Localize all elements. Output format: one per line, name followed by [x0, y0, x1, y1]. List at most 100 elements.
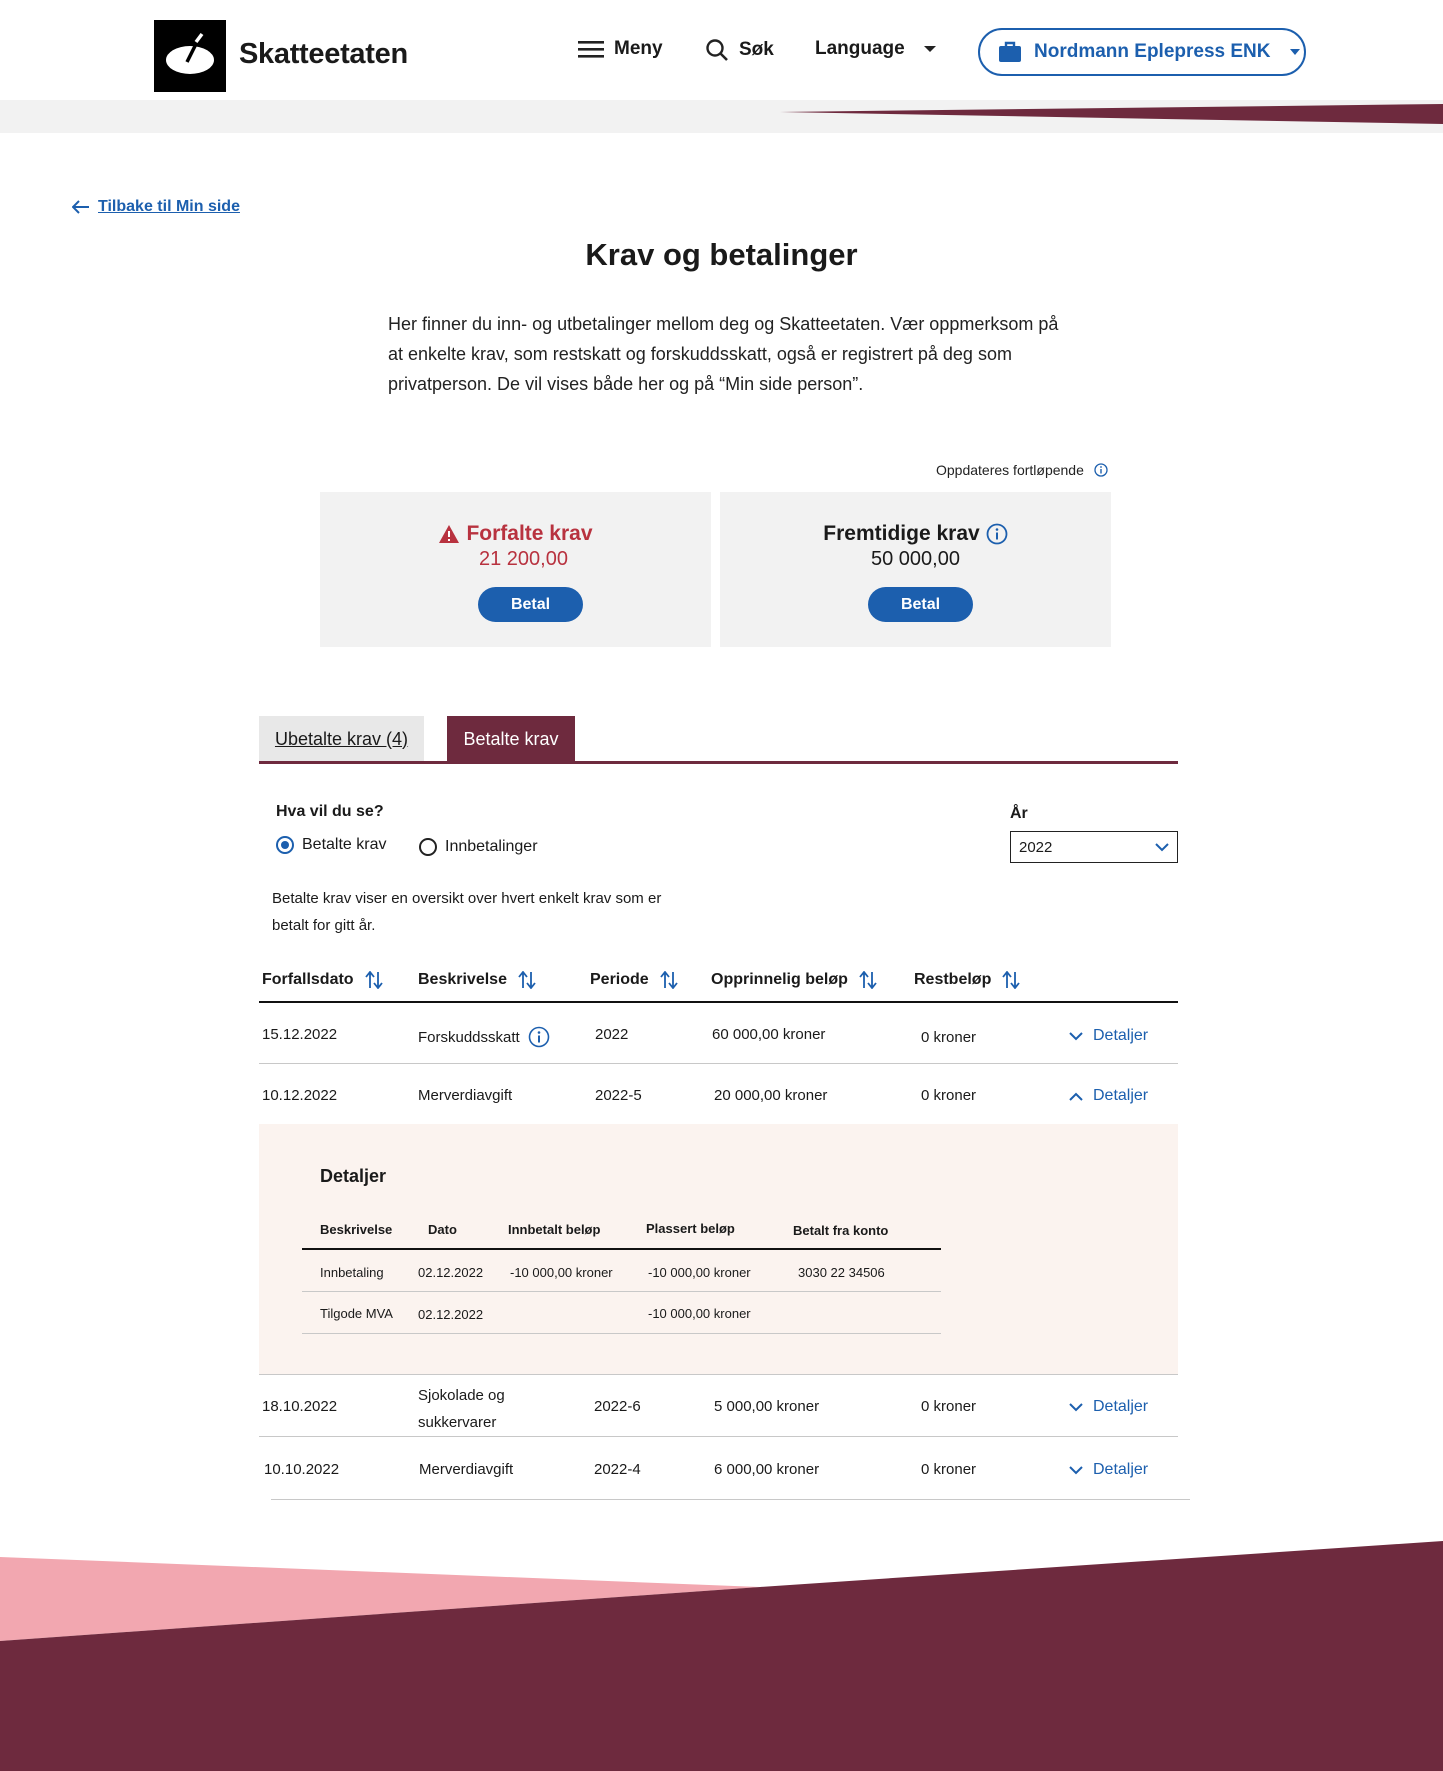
pay-future-button[interactable]: Betal: [868, 587, 973, 622]
info-icon[interactable]: [1094, 463, 1108, 477]
column-header-label: Restbeløp: [914, 971, 992, 988]
update-notice-label: Oppdateres fortløpende: [936, 462, 1084, 478]
overdue-claims-title: Forfalte krav: [466, 522, 593, 545]
radio-paid-claims-label: Betalte krav: [302, 836, 387, 853]
page-title: Krav og betalinger: [585, 237, 858, 272]
pay-overdue-button[interactable]: Betal: [478, 587, 583, 622]
row-divider: [259, 1374, 1178, 1375]
details-column-header: Innbetalt beløp: [508, 1222, 601, 1237]
skatteetaten-logo[interactable]: [154, 20, 226, 92]
row-period: 2022: [595, 1026, 629, 1043]
menu-label: Meny: [614, 38, 663, 59]
column-header-period[interactable]: Periode: [590, 971, 679, 989]
column-header-label: Periode: [590, 971, 649, 988]
future-claims-title: Fremtidige krav: [823, 522, 980, 545]
radio-payments-label: Innbetalinger: [445, 838, 538, 855]
details-toggle[interactable]: Detaljer: [1069, 1027, 1148, 1045]
chevron-down-icon: [1069, 1465, 1083, 1474]
tab-paid-claims[interactable]: Betalte krav: [447, 716, 575, 762]
row-description-text: Forskuddsskatt: [418, 1028, 520, 1046]
sort-icon: [859, 971, 877, 989]
overdue-claims-card: Forfalte krav 21 200,00 Betal: [320, 492, 711, 647]
header-decoration-band: [0, 100, 1443, 133]
brand-name[interactable]: Skatteetaten: [239, 38, 408, 71]
details-cell: -10 000,00 kroner: [510, 1265, 613, 1280]
details-toggle[interactable]: Detaljer: [1069, 1461, 1148, 1479]
language-dropdown[interactable]: Language: [815, 38, 937, 60]
row-divider: [259, 1063, 1178, 1064]
details-panel: Detaljer Beskrivelse Dato Innbetalt belø…: [259, 1124, 1178, 1374]
row-description: Forskuddsskatt: [418, 1026, 550, 1048]
info-icon[interactable]: [528, 1026, 550, 1048]
details-cell: 3030 22 34506: [798, 1265, 885, 1280]
row-remaining-amount: 0 kroner: [921, 1461, 977, 1478]
details-cell: -10 000,00 kroner: [648, 1306, 751, 1321]
chevron-down-icon: [1069, 1402, 1083, 1411]
details-header-divider: [302, 1248, 941, 1250]
details-toggle-label: Detaljer: [1093, 1461, 1149, 1478]
details-toggle[interactable]: Detaljer: [1069, 1398, 1148, 1416]
row-description: Merverdiavgift: [419, 1461, 514, 1478]
info-icon[interactable]: [986, 523, 1008, 545]
details-cell: 02.12.2022: [418, 1307, 484, 1322]
caret-down-icon: [1289, 49, 1300, 55]
chevron-down-icon: [1155, 842, 1169, 851]
sort-icon: [1002, 971, 1021, 989]
back-to-my-page-link[interactable]: Tilbake til Min side: [72, 198, 240, 216]
tab-unpaid-claims[interactable]: Ubetalte krav (4): [259, 716, 424, 762]
intro-text: Her finner du inn- og utbetalinger mello…: [388, 314, 1059, 394]
future-claims-card: Fremtidige krav 50 000,00 Betal: [720, 492, 1111, 647]
row-divider: [271, 1499, 1190, 1500]
details-toggle[interactable]: Detaljer: [1069, 1087, 1148, 1105]
column-header-description[interactable]: Beskrivelse: [418, 971, 537, 989]
details-row-divider: [302, 1291, 941, 1292]
column-header-remaining-amount[interactable]: Restbeløp: [914, 971, 1021, 989]
radio-payments[interactable]: Innbetalinger: [419, 838, 538, 856]
organization-switcher[interactable]: Nordmann Eplepress ENK: [978, 28, 1306, 76]
row-period: 2022-6: [594, 1398, 641, 1415]
column-header-original-amount[interactable]: Opprinnelig beløp: [711, 971, 878, 989]
caret-down-icon: [923, 46, 936, 52]
logo-mark-icon: [166, 32, 214, 74]
row-remaining-amount: 0 kroner: [921, 1029, 977, 1046]
chevron-down-icon: [1069, 1031, 1083, 1040]
table-header-divider: [259, 1001, 1178, 1003]
row-remaining-amount: 0 kroner: [921, 1087, 977, 1104]
year-select-value: 2022: [1019, 838, 1053, 856]
details-toggle-label: Detaljer: [1093, 1398, 1149, 1415]
hamburger-icon: [578, 41, 604, 58]
future-claims-amount: 50 000,00: [871, 548, 960, 570]
row-description: Merverdiavgift: [418, 1087, 513, 1104]
row-due-date: 10.12.2022: [262, 1087, 338, 1104]
menu-button[interactable]: Meny: [578, 38, 663, 60]
column-header-due-date[interactable]: Forfallsdato: [262, 971, 384, 989]
year-select[interactable]: 2022: [1010, 831, 1178, 863]
footer-decoration: [0, 1541, 1443, 1771]
details-column-header: Beskrivelse: [320, 1222, 393, 1237]
details-toggle-label: Detaljer: [1093, 1027, 1149, 1044]
row-divider: [259, 1436, 1178, 1437]
row-original-amount: 60 000,00 kroner: [712, 1026, 826, 1043]
future-claims-heading: Fremtidige krav: [720, 522, 1111, 546]
overdue-claims-amount: 21 200,00: [479, 548, 568, 570]
filter-description: Betalte krav viser en oversikt over hver…: [272, 890, 662, 934]
row-due-date: 10.10.2022: [264, 1461, 340, 1478]
row-original-amount: 20 000,00 kroner: [714, 1087, 828, 1104]
organization-name: Nordmann Eplepress ENK: [1034, 41, 1271, 62]
search-icon: [706, 39, 728, 61]
details-column-header: Plassert beløp: [646, 1221, 735, 1236]
overdue-claims-heading: Forfalte krav: [320, 522, 711, 546]
update-notice: Oppdateres fortløpende: [936, 462, 1108, 478]
search-label: Søk: [739, 39, 774, 60]
details-cell: Innbetaling: [320, 1265, 384, 1280]
details-cell: 02.12.2022: [418, 1265, 484, 1280]
warning-icon: [439, 525, 460, 543]
search-button[interactable]: Søk: [705, 38, 774, 62]
details-column-header: Betalt fra konto: [793, 1223, 889, 1238]
radio-paid-claims[interactable]: Betalte krav: [276, 836, 386, 854]
row-remaining-amount: 0 kroner: [921, 1398, 977, 1415]
details-column-header: Dato: [428, 1222, 457, 1237]
radio-selected-icon: [276, 836, 294, 854]
details-title: Detaljer: [320, 1166, 387, 1186]
tab-underline: [259, 761, 1178, 764]
